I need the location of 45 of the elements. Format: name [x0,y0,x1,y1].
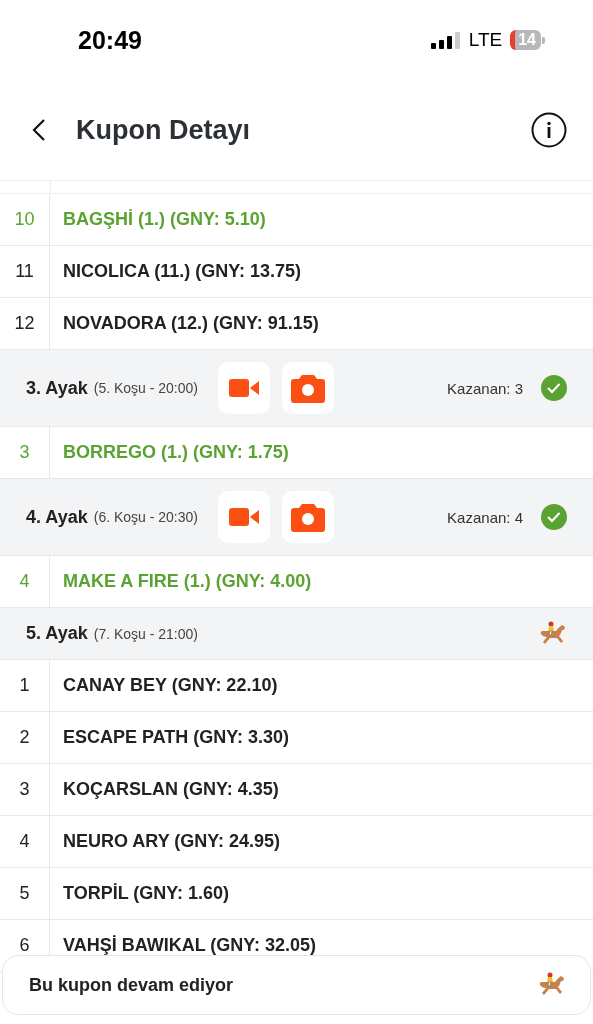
winner-label: Kazanan: 3 [447,379,523,397]
runner-number: 10 [0,194,50,245]
video-button[interactable] [218,362,270,414]
runner-number: 5 [0,868,50,919]
runner-name: NICOLICA (11.) (GNY: 13.75) [62,260,302,283]
winner-label: Kazanan: 4 [447,508,523,526]
camera-icon [291,502,325,532]
back-button[interactable] [32,118,46,142]
runner-name: NOVADORA (12.) (GNY: 91.15) [62,312,319,335]
runner-name: KOÇARSLAN (GNY: 4.35) [62,778,279,801]
page-title: Kupon Detayı [76,114,251,146]
signal-icon [430,31,461,49]
video-camera-icon [229,507,259,527]
runner-name: MAKE A FIRE (1.) (GNY: 4.00) [62,570,312,593]
runner-name: CANAY BEY (GNY: 22.10) [62,674,278,697]
race-detail: (7. Koşu - 21:00) [93,625,198,642]
coupon-status-text: Bu kupon devam ediyor [29,974,234,996]
leg-title: 3. Ayak [26,377,88,399]
leg-title: 4. Ayak [26,506,88,528]
runner-number: 4 [0,556,50,607]
clock-time: 20:49 [78,25,142,55]
runner-number: 2 [0,712,50,763]
network-label: LTE [468,29,503,51]
runner-name: BORREGO (1.) (GNY: 1.75) [62,441,289,464]
video-button[interactable] [218,491,270,543]
race-detail: (6. Koşu - 20:30) [93,509,198,525]
runner-number: 1 [0,660,50,711]
camera-button[interactable] [282,362,334,414]
runner-name: ESCAPE PATH (GNY: 3.30) [62,726,290,749]
runner-number: 3 [0,427,50,478]
battery-indicator: 14 [510,30,541,50]
camera-icon [291,373,325,403]
runner-name: TORPİL (GNY: 1.60) [62,882,230,905]
runner-name: BAGŞHİ (1.) (GNY: 5.10) [62,208,266,231]
runner-name: NEURO ARY (GNY: 24.95) [62,830,281,853]
runner-number: 12 [0,298,50,349]
video-camera-icon [229,378,259,398]
info-button[interactable] [531,112,567,148]
camera-button[interactable] [282,491,334,543]
runner-name: VAHŞİ BAWIKAL (GNY: 32.05) [62,934,317,957]
leg-title: 5. Ayak [26,623,88,644]
race-detail: (5. Koşu - 20:00) [93,380,198,396]
runner-number: 4 [0,816,50,867]
runner-number: 3 [0,764,50,815]
runner-number: 11 [0,246,50,297]
